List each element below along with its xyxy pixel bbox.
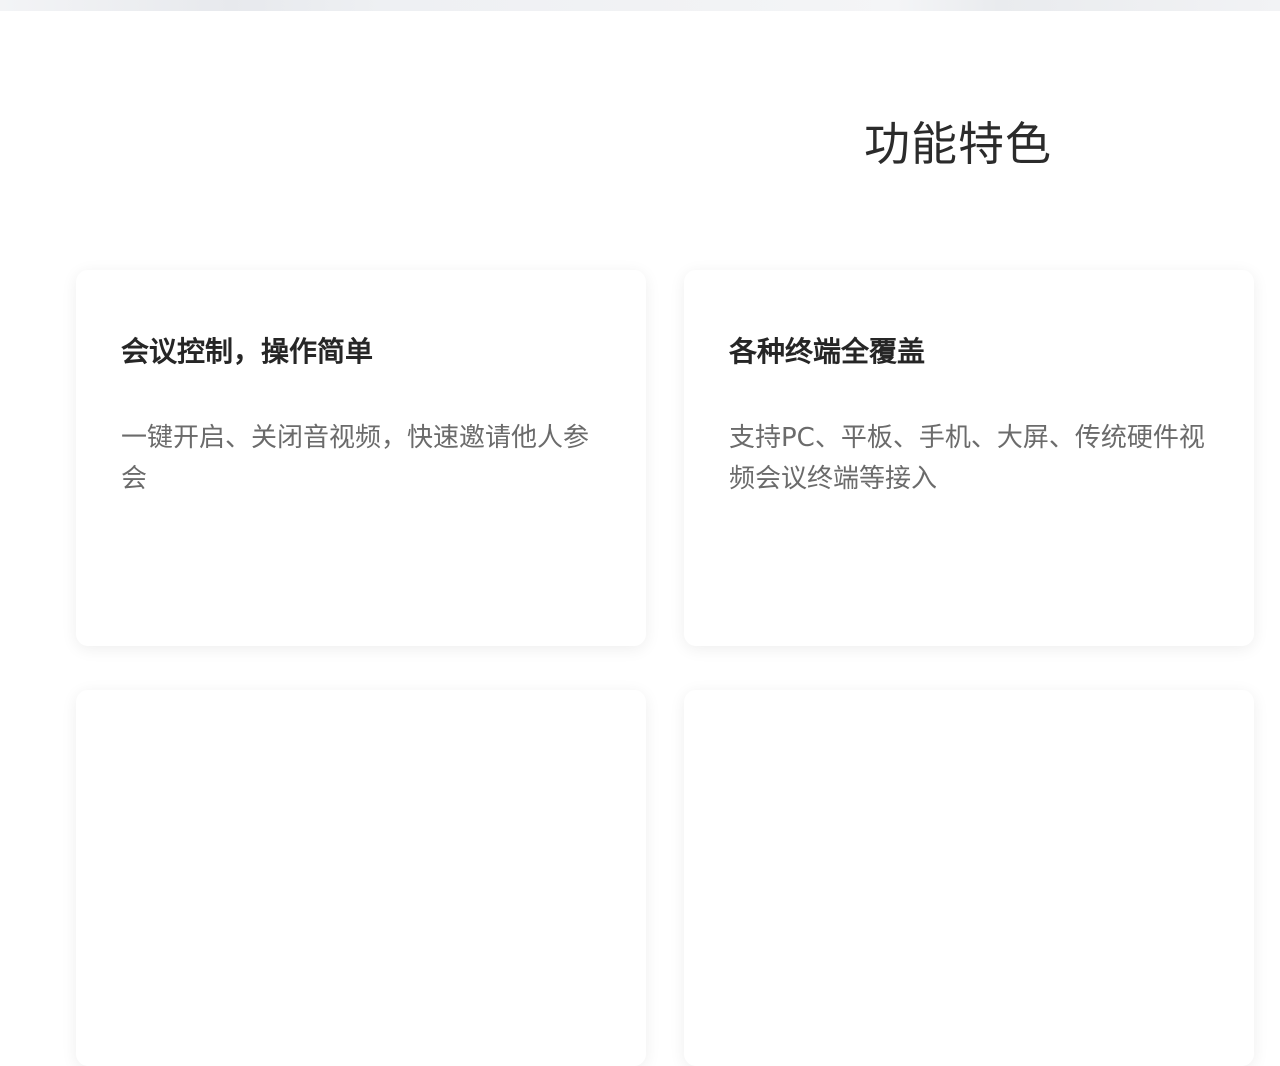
feature-card-title: 各种终端全覆盖 xyxy=(729,335,926,368)
feature-card-description: 支持PC、平板、手机、大屏、传统硬件视频会议终端等接入 xyxy=(729,423,1205,494)
feature-card-title: 会议控制，操作简单 xyxy=(121,335,374,368)
feature-card-partial xyxy=(684,690,1254,1066)
feature-card-partial xyxy=(76,690,646,1066)
feature-card-description: 一键开启、关闭音视频，快速邀请他人参会 xyxy=(121,423,590,494)
section-title: 功能特色 xyxy=(864,117,1052,171)
feature-card-device-coverage: 各种终端全覆盖 支持PC、平板、手机、大屏、传统硬件视频会议终端等接入 xyxy=(684,270,1254,646)
top-banner-image xyxy=(0,0,1280,11)
feature-card-meeting-control: 会议控制，操作简单 一键开启、关闭音视频，快速邀请他人参会 xyxy=(76,270,646,646)
